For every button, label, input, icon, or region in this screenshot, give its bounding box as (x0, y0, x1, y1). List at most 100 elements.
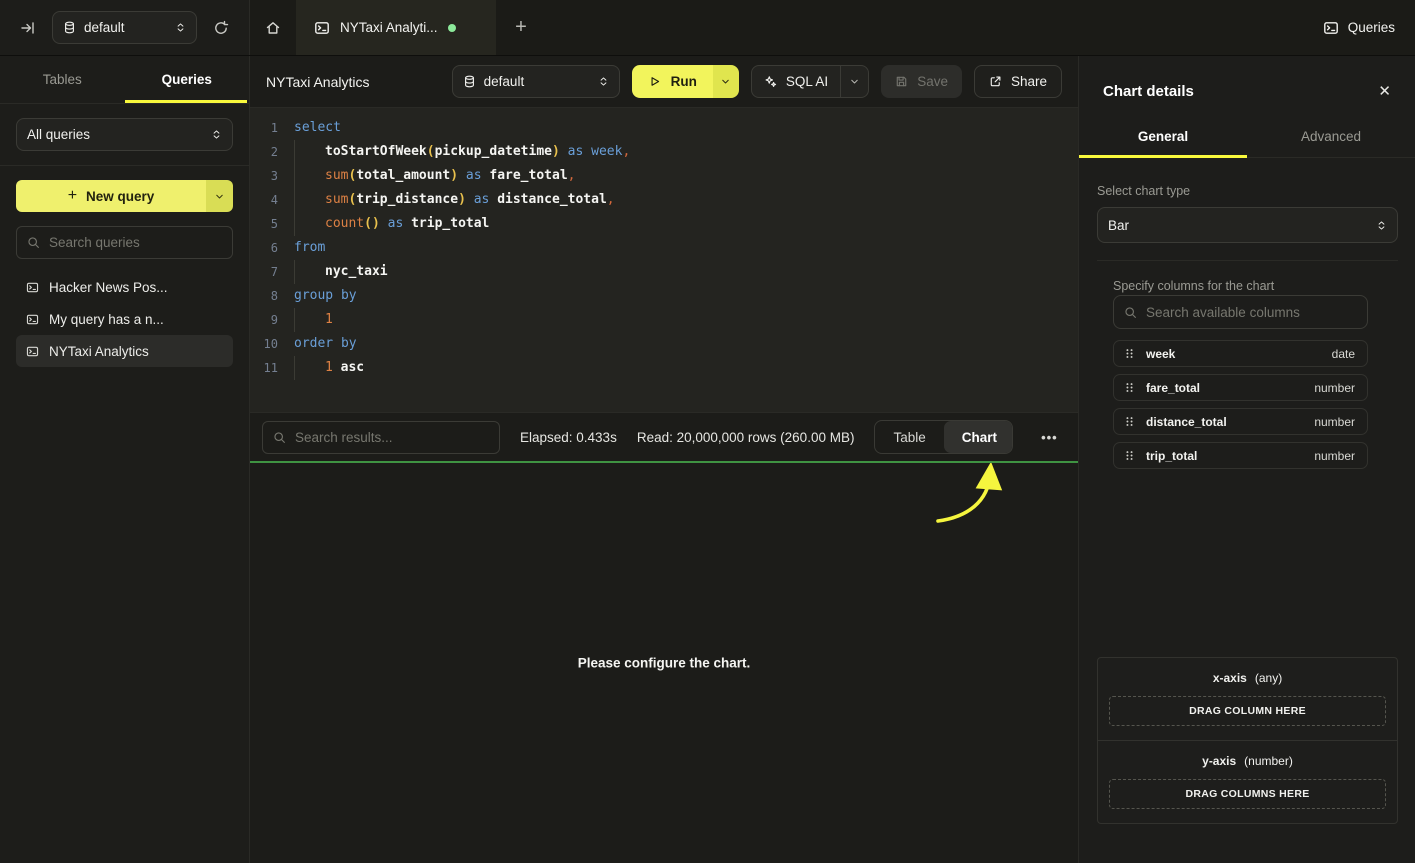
saved-query-item[interactable]: Hacker News Pos... (16, 271, 233, 303)
chart-details-panel: Chart details ✕ GeneralAdvanced Select c… (1078, 56, 1415, 863)
x-axis-accepts: (any) (1255, 671, 1282, 685)
query-terminal-icon (26, 313, 39, 326)
y-axis-drop-zone[interactable]: DRAG COLUMNS HERE (1109, 779, 1386, 809)
query-tab-title: NYTaxi Analyti... (340, 20, 438, 35)
new-query-main[interactable]: + New query (16, 180, 206, 212)
share-button[interactable]: Share (974, 65, 1062, 98)
code-content: nyc_taxi (294, 260, 388, 284)
sidebar-tab-tables[interactable]: Tables (0, 56, 125, 103)
panel-tab-advanced[interactable]: Advanced (1247, 120, 1415, 157)
line-number: 6 (250, 236, 278, 260)
sql-ai-button[interactable]: SQL AI (751, 65, 869, 98)
sql-console-app: default NYTaxi Analyti... + Queries (0, 0, 1415, 863)
refresh-icon (213, 20, 229, 36)
updown-chevron-icon (1376, 220, 1387, 231)
y-axis-accepts: (number) (1244, 754, 1293, 768)
results-view-tab-table[interactable]: Table (875, 421, 943, 453)
unsaved-changes-dot (448, 24, 456, 32)
run-options-dropdown[interactable] (713, 65, 739, 98)
close-panel-button[interactable]: ✕ (1378, 82, 1391, 100)
annotation-arrow (910, 463, 1020, 535)
column-type: number (1314, 449, 1355, 463)
column-row-trip_total[interactable]: trip_total number (1113, 442, 1368, 469)
new-query-dropdown[interactable] (206, 180, 233, 212)
drag-handle-icon (1124, 416, 1135, 427)
play-icon (648, 75, 661, 88)
plus-icon: + (68, 187, 77, 205)
line-number: 9 (250, 308, 278, 332)
columns-search-input[interactable] (1146, 305, 1357, 320)
run-button[interactable]: Run (632, 65, 739, 98)
new-query-button[interactable]: + New query (16, 180, 233, 212)
sql-ai-dropdown[interactable] (840, 66, 868, 97)
search-icon (1124, 306, 1137, 319)
saved-query-item[interactable]: My query has a n... (16, 303, 233, 335)
topbar-database-selector[interactable]: default (52, 11, 197, 44)
top-bar: default NYTaxi Analyti... + Queries (0, 0, 1415, 56)
query-tab-nytaxi-analytics[interactable]: NYTaxi Analyti... (296, 0, 496, 55)
elapsed-stat: Elapsed: 0.433s (520, 430, 617, 445)
chart-type-select[interactable]: Bar (1097, 207, 1398, 243)
refresh-button[interactable] (207, 14, 235, 42)
database-icon (463, 75, 476, 88)
query-filter-select[interactable]: All queries (16, 118, 233, 151)
code-line: 111 asc (250, 356, 1078, 380)
save-button[interactable]: Save (881, 65, 962, 98)
saved-query-label: NYTaxi Analytics (49, 344, 149, 359)
sql-ai-main[interactable]: SQL AI (752, 74, 840, 89)
results-view-tab-chart[interactable]: Chart (944, 421, 1013, 453)
query-header: NYTaxi Analytics default Run (250, 56, 1078, 108)
column-name: distance_total (1146, 415, 1303, 429)
sidebar-tabs: TablesQueries (0, 56, 249, 104)
new-tab-button[interactable]: + (496, 0, 546, 55)
axis-drop-card: x-axis (any) DRAG COLUMN HERE y-axis (nu… (1097, 657, 1398, 824)
saved-query-list: Hacker News Pos... My query has a n... N… (16, 271, 233, 367)
read-stat: Read: 20,000,000 rows (260.00 MB) (637, 430, 855, 445)
header-database-selector[interactable]: default (452, 65, 620, 98)
query-search (16, 226, 233, 259)
column-row-week[interactable]: week date (1113, 340, 1368, 367)
home-button[interactable] (250, 0, 296, 55)
results-search-input[interactable] (295, 430, 489, 445)
chevron-down-icon (214, 191, 225, 202)
code-line: 4 sum(trip_distance) as distance_total, (250, 188, 1078, 212)
x-axis-label: x-axis (any) (1109, 671, 1386, 685)
code-content: sum(total_amount) as fare_total, (294, 164, 575, 188)
results-view-toggle: TableChart (874, 420, 1012, 454)
more-options-button[interactable]: ••• (1033, 430, 1066, 445)
new-query-label: New query (86, 189, 154, 204)
code-content: sum(trip_distance) as distance_total, (294, 188, 615, 212)
column-name: trip_total (1146, 449, 1303, 463)
run-main[interactable]: Run (632, 65, 713, 98)
sidebar-tab-queries[interactable]: Queries (125, 56, 250, 103)
saved-query-item[interactable]: NYTaxi Analytics (16, 335, 233, 367)
line-number: 3 (250, 164, 278, 188)
query-filter-value: All queries (27, 127, 203, 142)
column-name: week (1146, 347, 1321, 361)
header-database-value: default (484, 74, 590, 89)
column-row-fare_total[interactable]: fare_total number (1113, 374, 1368, 401)
query-search-input[interactable] (49, 235, 222, 250)
chart-type-label: Select chart type (1097, 184, 1398, 198)
query-terminal-icon (314, 20, 330, 36)
code-line: 10order by (250, 332, 1078, 356)
collapse-sidebar-button[interactable] (14, 14, 42, 42)
code-content: toStartOfWeek(pickup_datetime) as week, (294, 140, 630, 164)
indent-guide (294, 260, 325, 284)
x-axis-drop-zone[interactable]: DRAG COLUMN HERE (1109, 696, 1386, 726)
drag-handle-icon (1124, 348, 1135, 359)
chart-canvas-area: Please configure the chart. (250, 463, 1078, 863)
left-sidebar: TablesQueries All queries + New query (0, 56, 250, 863)
sql-editor[interactable]: 1select2toStartOfWeek(pickup_datetime) a… (250, 108, 1078, 412)
panel-body: Select chart type Bar Specify columns fo… (1079, 158, 1415, 863)
indent-guide (294, 356, 325, 380)
query-terminal-icon (26, 345, 39, 358)
queries-panel-button[interactable]: Queries (1303, 0, 1415, 55)
indent-guide (294, 188, 325, 212)
column-row-distance_total[interactable]: distance_total number (1113, 408, 1368, 435)
panel-tab-general[interactable]: General (1079, 120, 1247, 157)
line-number: 4 (250, 188, 278, 212)
panel-tabs: GeneralAdvanced (1079, 120, 1415, 158)
drag-handle-icon (1124, 382, 1135, 393)
run-label: Run (671, 74, 697, 89)
